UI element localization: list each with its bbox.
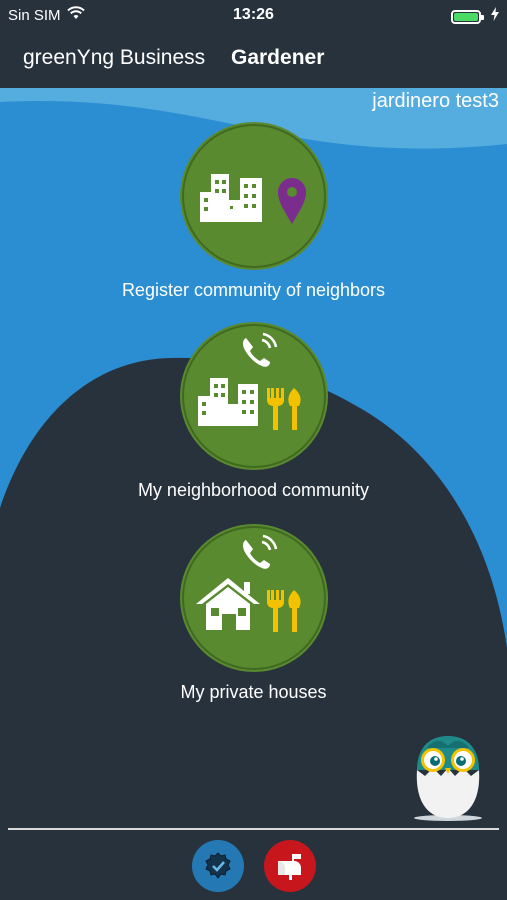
status-bar: Sin SIM 13:26 xyxy=(0,0,507,30)
role-title: Gardener xyxy=(231,46,325,69)
bottom-bar xyxy=(0,830,507,900)
nav-bar: greenYng Business Gardener xyxy=(0,30,507,88)
status-time: 13:26 xyxy=(233,6,274,23)
badge-check-icon xyxy=(205,852,231,879)
register-community-item[interactable]: Register community of neighbors xyxy=(0,126,507,301)
neighborhood-community-label: My neighborhood community xyxy=(137,480,370,500)
private-houses-label: My private houses xyxy=(180,682,327,702)
garden-tools-icon xyxy=(266,388,301,430)
badge-check-button[interactable] xyxy=(192,840,244,892)
house-icon xyxy=(195,578,260,630)
status-right xyxy=(451,7,499,26)
buildings-icon xyxy=(197,378,258,426)
battery-icon xyxy=(451,9,484,24)
private-houses-button[interactable] xyxy=(183,528,324,668)
app-title: greenYng Business xyxy=(23,46,206,69)
private-houses-item[interactable]: My private houses xyxy=(0,528,507,703)
register-community-label: Register community of neighbors xyxy=(121,280,386,300)
mailbox-button[interactable] xyxy=(264,840,316,892)
charging-icon xyxy=(491,7,499,26)
neighborhood-community-item[interactable]: My neighborhood community xyxy=(0,326,507,501)
register-community-button[interactable] xyxy=(183,126,324,266)
garden-tools-icon xyxy=(266,590,301,632)
mailbox-icon xyxy=(278,854,301,880)
main-content: jardinero test3 Register community of ne… xyxy=(0,88,507,828)
location-pin-icon xyxy=(277,178,306,224)
owl-mascot-icon[interactable] xyxy=(411,730,485,827)
phone-icon xyxy=(242,332,277,367)
user-name: jardinero test3 xyxy=(372,90,499,112)
phone-icon xyxy=(242,534,277,569)
buildings-icon xyxy=(199,174,262,222)
neighborhood-community-button[interactable] xyxy=(183,326,324,466)
